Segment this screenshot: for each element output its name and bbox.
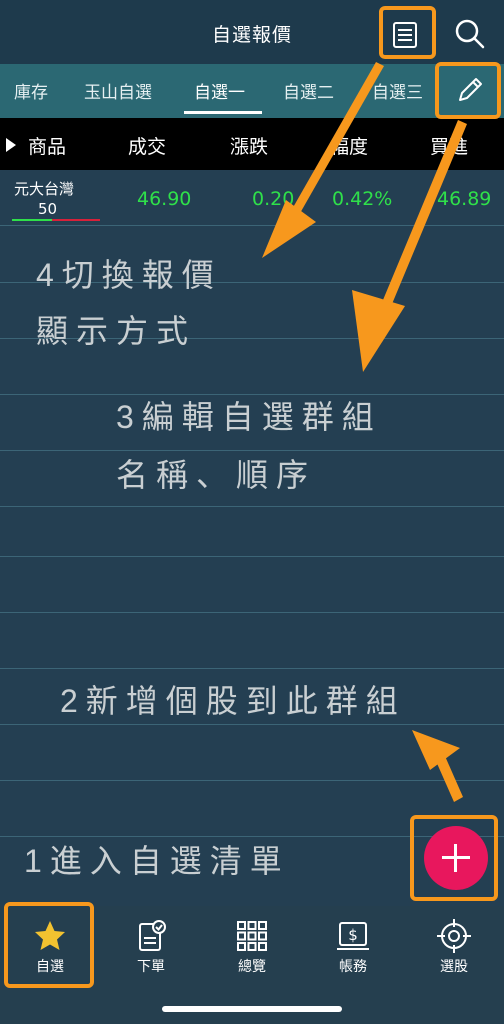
grid-icon: [237, 921, 267, 951]
expand-triangle-icon[interactable]: [6, 138, 16, 152]
stock-price: 46.90: [137, 188, 192, 210]
home-indicator: [162, 1006, 342, 1012]
row-divider: [0, 556, 504, 557]
nav-stock-picker[interactable]: 選股: [404, 906, 504, 986]
row-divider: [0, 506, 504, 507]
row-divider: [0, 724, 504, 725]
watchlist-tabs: 庫存 玉山自選 自選一 自選二 自選三: [0, 64, 504, 118]
nav-label: 下單: [137, 959, 165, 975]
active-tab-indicator: [184, 111, 262, 114]
col-change[interactable]: 漲跌: [230, 132, 268, 159]
col-bid[interactable]: 買進: [430, 132, 468, 159]
nav-label: 總覽: [238, 959, 266, 975]
row-divider: [0, 668, 504, 669]
nav-label: 選股: [440, 959, 468, 975]
stock-code: 50: [38, 200, 58, 218]
arrowhead-icon: [352, 290, 405, 372]
row-divider: [0, 780, 504, 781]
stock-name: 元大台灣: [14, 180, 75, 198]
annotation-step4-line2: 顯示方式: [36, 313, 197, 349]
stock-change: 0.20: [252, 188, 295, 210]
nav-label: 帳務: [339, 959, 367, 975]
nav-order[interactable]: 下單: [101, 906, 201, 986]
svg-text:$: $: [348, 926, 358, 944]
col-percent[interactable]: 幅度: [330, 132, 368, 159]
tab-watchlist-1[interactable]: 自選一: [194, 78, 245, 103]
nav-overview[interactable]: 總覽: [202, 906, 302, 986]
table-row[interactable]: 元大台灣 50 46.90 0.20 0.42% 46.89: [0, 170, 504, 226]
tab-esun-watchlist[interactable]: 玉山自選: [84, 78, 152, 103]
nav-account[interactable]: $ 帳務: [303, 906, 403, 986]
annotation-step3-line2: 名稱、順序: [116, 457, 317, 493]
highlight-edit-group: [435, 62, 501, 119]
target-icon: [437, 919, 471, 953]
highlight-watchlist-nav: [4, 902, 94, 988]
highlight-add-stock: [410, 815, 498, 901]
arrow-to-step2: [432, 747, 463, 802]
annotation-step1: 1進入自選清單: [24, 843, 290, 879]
sell-ratio-bar: [52, 219, 100, 221]
annotation-step3-line1: 3編輯自選群組: [116, 399, 382, 435]
col-price[interactable]: 成交: [128, 132, 166, 159]
tab-watchlist-2[interactable]: 自選二: [283, 78, 334, 103]
buy-ratio-bar: [12, 219, 52, 221]
account-icon: $: [337, 922, 369, 950]
annotation-step4-line1: 4切換報價: [36, 257, 222, 293]
row-divider: [0, 612, 504, 613]
col-product[interactable]: 商品: [28, 132, 66, 159]
tab-watchlist-3[interactable]: 自選三: [372, 78, 423, 103]
column-header: 商品 成交 漲跌 幅度 買進: [0, 118, 504, 170]
highlight-quote-mode: [379, 6, 436, 59]
stock-bid: 46.89: [437, 188, 492, 210]
search-icon[interactable]: [450, 14, 490, 54]
arrowhead-icon: [412, 730, 460, 770]
tab-inventory[interactable]: 庫存: [14, 78, 48, 103]
order-icon: [139, 920, 166, 951]
annotation-step2: 2新增個股到此群組: [60, 683, 406, 719]
stock-percent: 0.42%: [332, 188, 393, 210]
